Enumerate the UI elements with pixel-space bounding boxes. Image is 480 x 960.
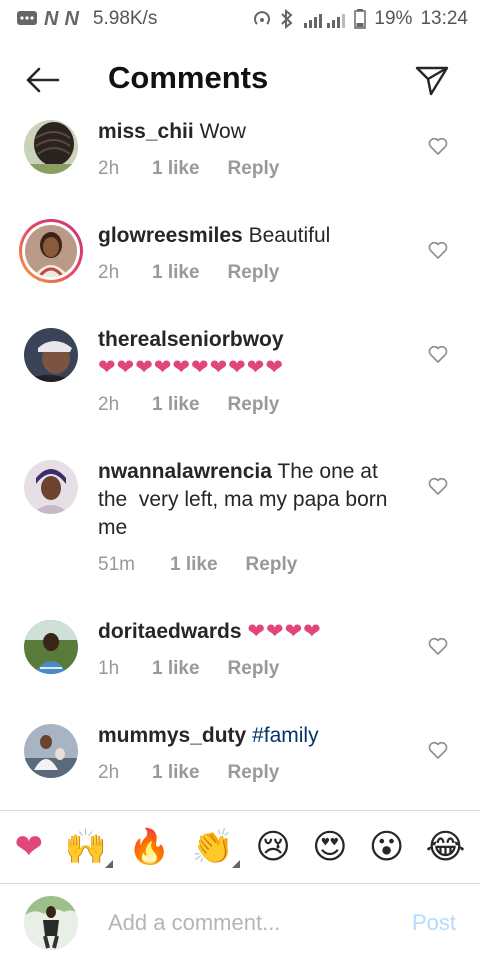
avatar[interactable] — [19, 219, 83, 283]
comment-username[interactable]: therealseniorbwoy — [98, 328, 284, 351]
comment-text: Wow — [199, 120, 246, 143]
comment-time: 2h — [98, 762, 120, 783]
laughing-emoji-button[interactable]: 😂 — [426, 830, 466, 864]
network-badge: N — [64, 7, 79, 30]
comment-time: 1h — [98, 658, 120, 679]
like-heart-icon[interactable] — [428, 241, 448, 259]
comment-username[interactable]: nwannalawrencia — [98, 460, 272, 483]
hashtag-link[interactable]: #family — [252, 724, 319, 747]
bluetooth-icon — [280, 9, 294, 29]
reply-button[interactable]: Reply — [228, 158, 280, 180]
hotspot-icon — [252, 9, 272, 29]
comment-time: 51m — [98, 554, 135, 575]
comment-username[interactable]: miss_chii — [98, 120, 194, 143]
avatar[interactable] — [24, 460, 78, 514]
reply-button[interactable]: Reply — [246, 554, 298, 576]
network-speed: 5.98K/s — [92, 8, 158, 29]
comment-time: 2h — [98, 262, 120, 283]
fire-emoji-button[interactable]: 🔥 — [128, 830, 170, 864]
message-icon — [16, 10, 38, 28]
back-button[interactable] — [22, 62, 62, 98]
reply-button[interactable]: Reply — [228, 762, 280, 784]
post-button[interactable]: Post — [412, 910, 456, 936]
comment-username[interactable]: doritaedwards — [98, 620, 242, 643]
comment-username[interactable]: glowreesmiles — [98, 224, 243, 247]
comment-likes[interactable]: 1 like — [152, 658, 200, 680]
like-heart-icon[interactable] — [428, 137, 448, 155]
reply-button[interactable]: Reply — [228, 658, 280, 680]
avatar — [24, 896, 78, 950]
page-title: Comments — [108, 60, 269, 95]
clapping-emoji-button[interactable]: 👏 — [191, 828, 241, 868]
clapping-emoji: 👏 — [191, 828, 235, 866]
comment-input[interactable] — [108, 908, 388, 938]
status-bar: N N 5.98K/s 19% 13:24 — [0, 0, 480, 38]
reply-button[interactable]: Reply — [228, 262, 280, 284]
skin-tone-indicator-icon — [104, 860, 113, 868]
clock: 13:24 — [420, 8, 468, 29]
battery-icon — [354, 9, 367, 29]
share-button[interactable] — [412, 60, 452, 100]
comment-text: ❤❤❤❤ — [247, 620, 322, 643]
raised-hands-emoji-button[interactable]: 🙌 — [64, 828, 113, 868]
paper-plane-icon — [415, 66, 449, 96]
comment-likes[interactable]: 1 like — [170, 554, 218, 576]
comment-likes[interactable]: 1 like — [152, 262, 200, 284]
heart-eyes-emoji-button[interactable]: 😍 — [312, 830, 347, 864]
network-badge: N — [44, 7, 59, 30]
avatar[interactable] — [24, 620, 78, 674]
comment-time: 2h — [98, 394, 120, 415]
reply-button[interactable]: Reply — [228, 394, 280, 416]
comment-text: Beautiful — [248, 224, 331, 247]
like-heart-icon[interactable] — [428, 477, 448, 495]
crying-emoji-button[interactable]: 😢 — [255, 830, 290, 864]
comment-likes[interactable]: 1 like — [152, 158, 200, 180]
top-app-bar: Comments — [0, 52, 480, 108]
like-heart-icon[interactable] — [428, 741, 448, 759]
avatar[interactable] — [24, 328, 78, 382]
emoji-reaction-bar: ❤ 🙌 🔥 👏 😢 😍 😮 😂 — [0, 810, 480, 884]
comment-text: ❤❤❤❤❤❤❤❤❤❤ — [98, 356, 284, 379]
comment-composer: Post — [0, 884, 480, 960]
avatar[interactable] — [24, 120, 78, 174]
heart-emoji-button[interactable]: ❤ — [15, 830, 44, 864]
comment-likes[interactable]: 1 like — [152, 394, 200, 416]
like-heart-icon[interactable] — [428, 637, 448, 655]
arrow-left-icon — [26, 67, 60, 93]
like-heart-icon[interactable] — [428, 345, 448, 363]
surprised-emoji-button[interactable]: 😮 — [369, 830, 404, 864]
avatar[interactable] — [24, 724, 78, 778]
comment-time: 2h — [98, 158, 120, 179]
raised-hands-emoji: 🙌 — [64, 828, 107, 866]
signal-icon — [302, 9, 346, 29]
comment-username[interactable]: mummys_duty — [98, 724, 246, 747]
battery-level: 19% — [374, 8, 413, 29]
skin-tone-indicator-icon — [232, 860, 241, 868]
comment-likes[interactable]: 1 like — [152, 762, 200, 784]
